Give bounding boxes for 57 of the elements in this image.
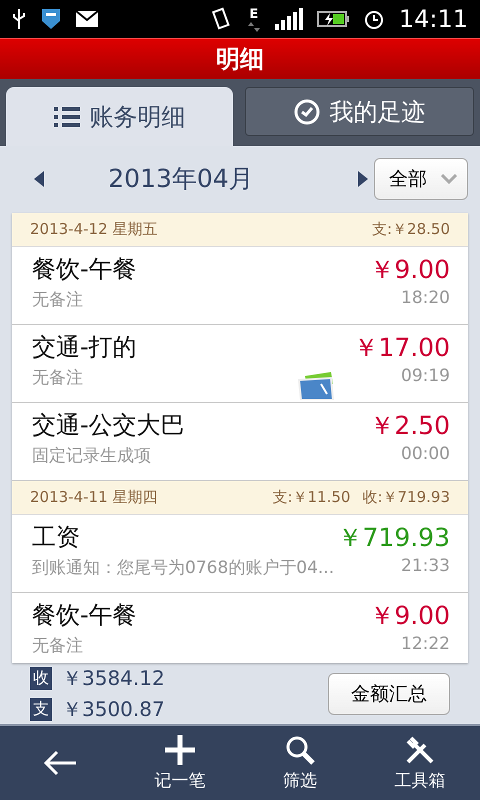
battery-icon <box>316 11 349 27</box>
total-badge: 支 <box>30 698 52 720</box>
right-arrow-icon <box>358 170 368 186</box>
record-category: 餐饮-午餐 <box>32 600 138 631</box>
plus-icon <box>165 734 195 764</box>
record-time: 21:33 <box>400 556 450 578</box>
summary-button[interactable]: 金额汇总 <box>328 672 450 714</box>
record-amount: ￥17.00 <box>353 332 450 364</box>
record-time: 12:22 <box>400 634 450 656</box>
usb-icon <box>12 7 26 31</box>
record-time: 18:20 <box>400 288 450 310</box>
back-arrow-icon <box>43 750 77 776</box>
record-amount: ￥2.50 <box>369 410 450 442</box>
mail-icon <box>76 11 98 27</box>
search-icon <box>285 734 315 764</box>
chevron-down-icon <box>441 174 457 184</box>
total-amount: ￥3500.87 <box>62 696 165 722</box>
status-time: 14:11 <box>398 5 468 33</box>
record-time: 00:00 <box>400 444 450 466</box>
shield-icon <box>40 7 62 31</box>
add-record-button[interactable]: 记一笔 <box>120 726 240 800</box>
alarm-clock-icon <box>362 8 385 30</box>
filter-button[interactable]: 筛选 <box>240 726 360 800</box>
record-note: 无备注 <box>32 367 83 389</box>
day-total: 支:￥11.50 <box>272 488 350 507</box>
record-category: 餐饮-午餐 <box>32 254 138 285</box>
record-amount: ￥719.93 <box>338 522 450 554</box>
network-type: E <box>249 6 258 22</box>
total-badge: 收 <box>30 666 52 690</box>
record-time: 09:19 <box>400 366 450 388</box>
wrench-screwdriver-icon <box>405 734 435 764</box>
screen-title: 明细 <box>216 44 264 75</box>
record-row[interactable]: 餐饮-午餐 ￥9.00 无备注 18:20 <box>12 247 468 325</box>
filter-dropdown[interactable]: 全部 <box>374 158 468 200</box>
record-category: 交通-打的 <box>32 332 138 363</box>
left-arrow-icon <box>34 170 44 186</box>
record-note: 到账通知：您尾号为0768的账户于04... <box>32 557 334 579</box>
date-label: 2013-4-12 星期五 <box>30 220 158 239</box>
record-note: 无备注 <box>32 289 83 311</box>
record-amount: ￥9.00 <box>369 600 450 632</box>
record-amount: ￥9.00 <box>369 254 450 286</box>
data-arrows-icon <box>246 22 261 32</box>
record-category: 工资 <box>32 522 81 553</box>
date-label: 2013-4-11 星期四 <box>30 488 158 507</box>
tab[interactable]: 账务明细 <box>6 87 233 146</box>
toolbox-button[interactable]: 工具箱 <box>360 726 480 800</box>
day-total: 收:￥719.93 <box>362 488 450 507</box>
signal-icon <box>274 8 303 30</box>
record-note: 无备注 <box>32 635 83 657</box>
record-row[interactable]: 工资 ￥719.93 到账通知：您尾号为0768的账户于04... 21:33 <box>12 515 468 593</box>
record-category: 交通-公交大巴 <box>32 410 186 441</box>
tab[interactable]: 我的足迹 <box>245 87 474 136</box>
total-amount: ￥3584.12 <box>62 664 165 692</box>
month-label: 2013年04月 <box>107 163 255 195</box>
day-total: 支:￥28.50 <box>372 220 450 239</box>
record-note: 固定记录生成项 <box>32 445 151 467</box>
list-icon <box>54 106 80 128</box>
